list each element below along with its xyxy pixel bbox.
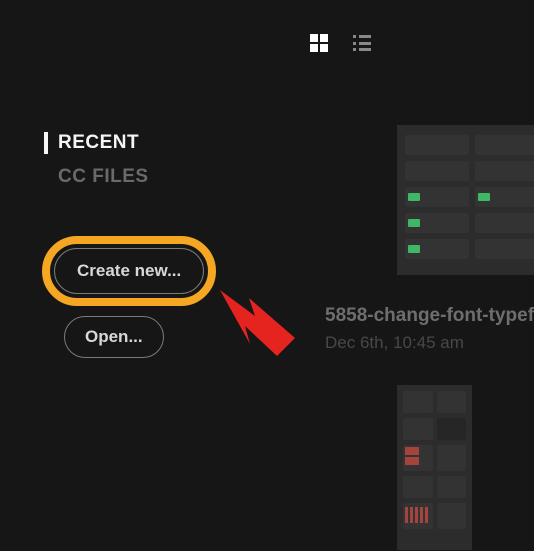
list-view-icon[interactable] — [353, 35, 371, 51]
nav-cc-files[interactable]: CC FILES — [58, 166, 149, 188]
sidebar-nav: RECENT CC FILES — [58, 132, 149, 200]
create-new-button[interactable]: Create new... — [54, 248, 204, 294]
highlight-annotation: Create new... — [42, 236, 216, 306]
recent-file[interactable]: 5858-change-font-typefac Dec 6th, 10:45 … — [325, 125, 534, 353]
action-buttons: Create new... Open... — [42, 236, 216, 358]
file-thumbnail — [397, 125, 534, 275]
nav-recent[interactable]: RECENT — [44, 132, 149, 154]
grid-view-icon[interactable] — [310, 34, 328, 52]
file-date-label: Dec 6th, 10:45 am — [325, 333, 534, 353]
open-button[interactable]: Open... — [64, 316, 164, 358]
file-name-label: 5858-change-font-typefac — [325, 305, 534, 327]
file-thumbnail-2[interactable] — [397, 385, 472, 550]
arrow-annotation — [205, 278, 300, 363]
